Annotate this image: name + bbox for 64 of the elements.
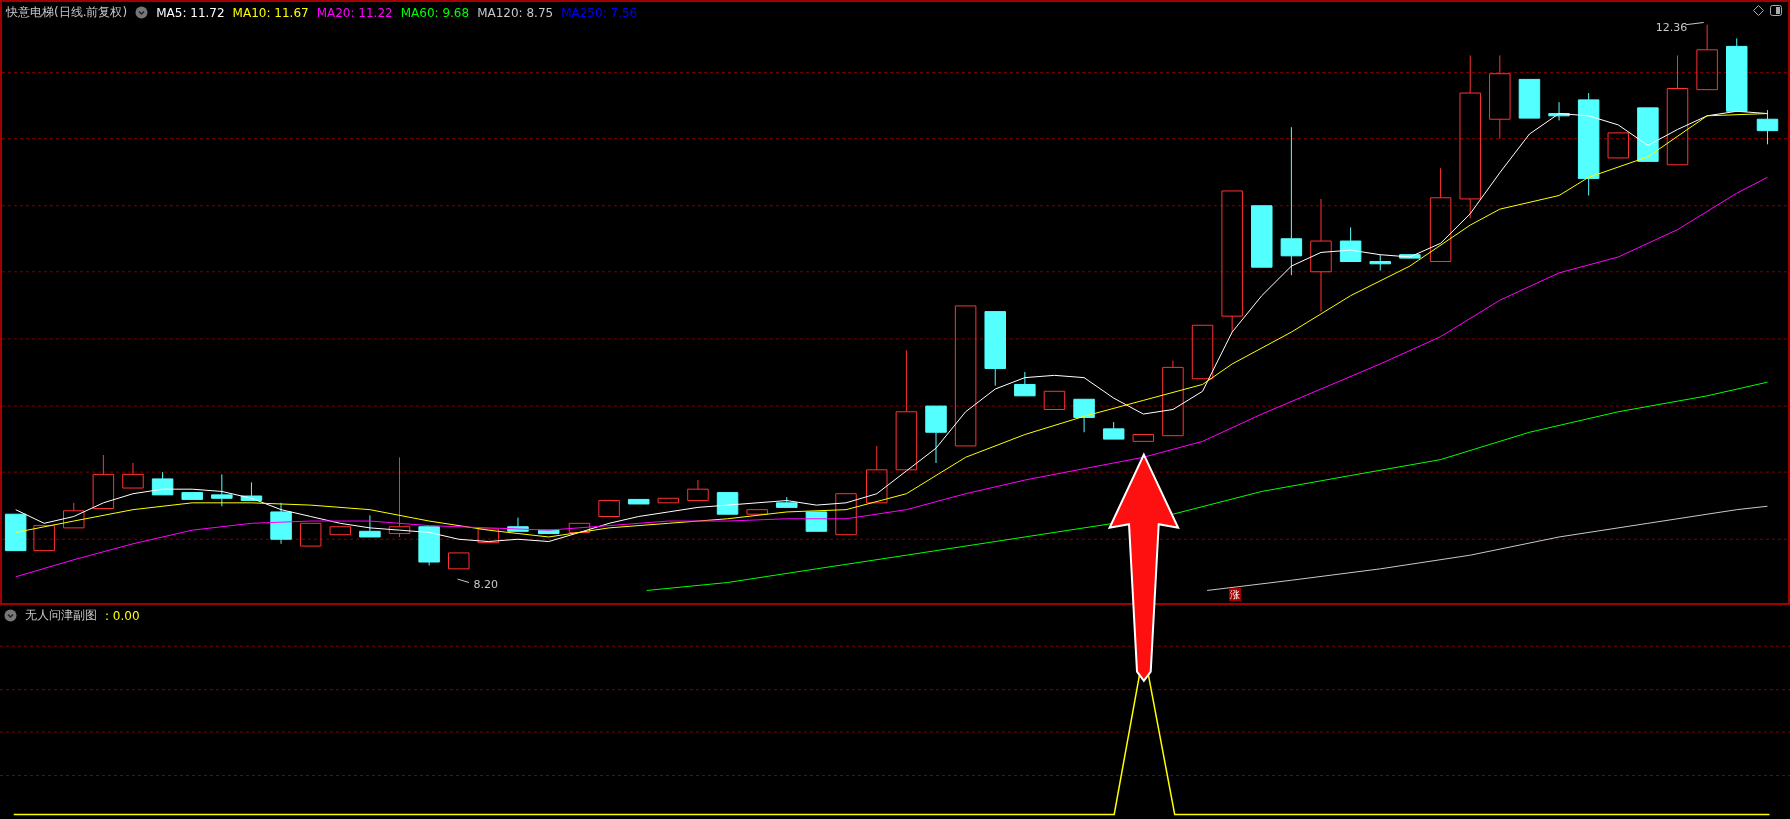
candlestick <box>835 493 857 536</box>
candlestick <box>687 479 709 502</box>
candlestick <box>418 526 440 566</box>
candlestick <box>181 492 203 500</box>
candlestick <box>538 529 560 535</box>
candlestick <box>4 513 27 552</box>
candlestick <box>1102 421 1125 440</box>
candlestick <box>211 473 233 507</box>
candlestick <box>1339 226 1362 262</box>
moving-average-value: MA60: 9.68 <box>400 5 470 20</box>
candlestick <box>716 492 739 515</box>
candlestick <box>657 497 680 504</box>
candlestick <box>805 511 828 532</box>
candlestick <box>627 498 650 505</box>
moving-average-value: MA10: 11.67 <box>232 5 309 20</box>
candlestick <box>1637 107 1659 162</box>
diamond-icon[interactable] <box>1753 5 1764 16</box>
dropdown-icon[interactable] <box>4 609 17 622</box>
candlestick <box>359 514 381 538</box>
leader-line <box>1685 22 1705 26</box>
candlestick <box>1369 254 1391 272</box>
candlestick <box>299 522 322 547</box>
candlestick <box>1014 371 1036 397</box>
panel-toggle-icon[interactable] <box>1770 5 1782 16</box>
candlestick <box>1399 254 1421 259</box>
candlestick <box>746 509 768 515</box>
candlestick <box>776 496 798 508</box>
rise-badge: 涨 <box>1228 588 1241 601</box>
candlestick <box>329 526 352 536</box>
indicator-title: 无人问津副图 <box>25 607 97 624</box>
candlestick <box>1251 205 1273 268</box>
candlestick <box>1043 390 1066 410</box>
candlestick <box>1607 132 1630 159</box>
candlestick <box>240 481 263 502</box>
candlestick <box>1073 398 1095 433</box>
candlestick <box>33 525 55 552</box>
moving-average-value: MA250: 7.56 <box>561 5 638 20</box>
candlestick <box>568 522 591 533</box>
candlestick <box>1518 78 1541 119</box>
candlestick <box>1548 101 1570 121</box>
candlestick <box>477 528 500 544</box>
leader-line <box>457 578 470 583</box>
moving-average-value: MA20: 11.22 <box>316 5 393 20</box>
candlestick <box>598 500 620 517</box>
candlestick <box>925 405 947 464</box>
indicator-value: : 0.00 <box>105 608 140 623</box>
candlestick <box>1756 109 1779 145</box>
candlestick <box>1696 24 1718 91</box>
candlestick <box>151 471 174 496</box>
candlestick <box>270 502 292 545</box>
high-price-label: 12.36 <box>1655 21 1688 34</box>
dropdown-icon[interactable] <box>135 6 149 19</box>
candlestick <box>1132 434 1155 442</box>
moving-average-value: MA5: 11.72 <box>156 5 225 20</box>
candlestick <box>448 552 470 570</box>
low-price-label: 8.20 <box>473 578 498 591</box>
candlestick <box>1191 324 1214 380</box>
candlestick <box>507 517 529 532</box>
stock-title: 快意电梯(日线.前复权) <box>6 4 128 21</box>
candlestick <box>866 445 888 504</box>
candlestick <box>63 502 85 529</box>
candlestick <box>122 462 144 489</box>
moving-average-value: MA120: 8.75 <box>477 5 554 20</box>
candlestick <box>92 454 115 509</box>
